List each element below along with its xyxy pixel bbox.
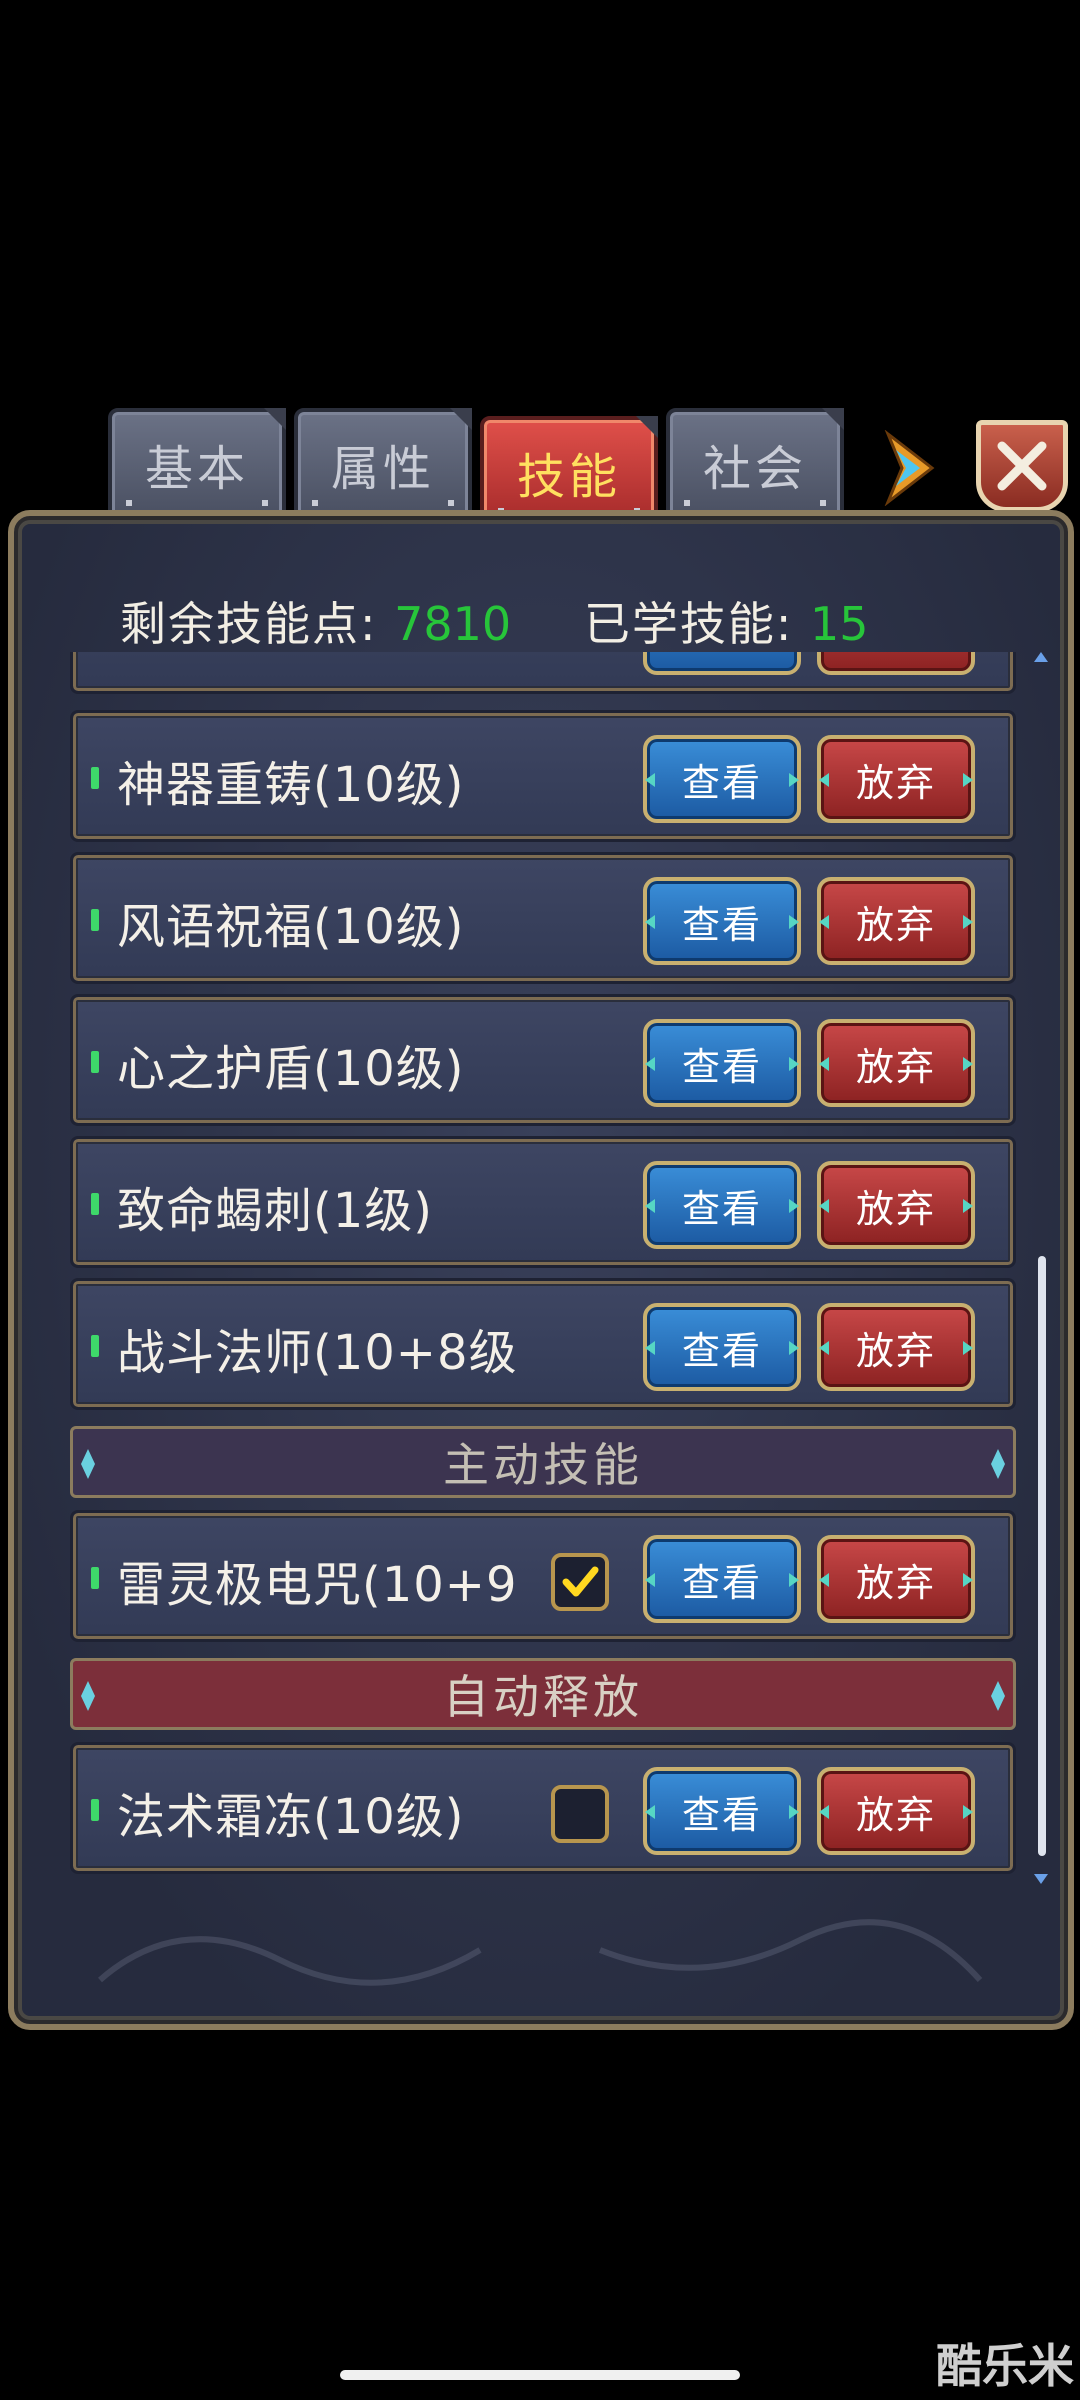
- skill-row: 法术霜冻(10级) 查看 放弃: [70, 1742, 1016, 1874]
- skill-name: 风语祝福(10级): [117, 899, 465, 955]
- skill-name: 法术霜冻(10级): [117, 1789, 465, 1845]
- scroll-up-arrow-icon[interactable]: [1034, 652, 1048, 662]
- next-arrow-icon[interactable]: [880, 430, 940, 506]
- skill-points-header: 剩余技能点: 7810 已学技能: 15: [120, 588, 869, 654]
- tab-attributes-label: 属性: [330, 441, 435, 497]
- tab-skills-label: 技能: [516, 449, 621, 505]
- view-button[interactable]: 查看: [643, 877, 801, 965]
- drop-button[interactable]: [817, 652, 975, 675]
- tab-basic[interactable]: 基本: [108, 408, 286, 520]
- home-indicator[interactable]: [340, 2370, 740, 2380]
- skill-list[interactable]: 神器重铸(10级) 查看 放弃 风语祝福(10级) 查看 放弃 心之护盾(10级…: [64, 652, 1024, 1892]
- view-button[interactable]: 查看: [643, 1161, 801, 1249]
- skill-points-value: 7810: [394, 597, 512, 651]
- skill-row-partial: [70, 652, 1016, 694]
- ornament-decoration: [98, 1919, 983, 1986]
- skill-row: 致命蝎刺(1级) 查看 放弃: [70, 1136, 1016, 1268]
- skill-row: 神器重铸(10级) 查看 放弃: [70, 710, 1016, 842]
- tab-social[interactable]: 社会: [666, 408, 844, 520]
- tab-basic-label: 基本: [144, 441, 249, 497]
- section-auto-cast: 自动释放: [70, 1658, 1016, 1730]
- section-active-skills: 主动技能: [70, 1426, 1016, 1498]
- scrollbar-thumb[interactable]: [1038, 1256, 1046, 1856]
- skill-row: 风语祝福(10级) 查看 放弃: [70, 852, 1016, 984]
- skill-row: 心之护盾(10级) 查看 放弃: [70, 994, 1016, 1126]
- tab-attributes[interactable]: 属性: [294, 408, 472, 520]
- scroll-down-arrow-icon[interactable]: [1034, 1874, 1048, 1884]
- skill-points-label: 剩余技能点:: [120, 597, 378, 651]
- skill-name: 神器重铸(10级): [117, 757, 465, 813]
- auto-cast-checkbox[interactable]: [551, 1785, 609, 1843]
- skill-row: 战斗法师(10+8级 查看 放弃: [70, 1278, 1016, 1410]
- skill-name: 战斗法师(10+8级: [117, 1325, 518, 1381]
- close-button[interactable]: [976, 420, 1068, 512]
- skill-name: 致命蝎刺(1级): [117, 1183, 433, 1239]
- drop-button[interactable]: 放弃: [817, 1303, 975, 1391]
- learned-skills-value: 15: [809, 597, 869, 651]
- skill-name: 心之护盾(10级): [117, 1041, 465, 1097]
- view-button[interactable]: 查看: [643, 1019, 801, 1107]
- view-button[interactable]: [643, 652, 801, 675]
- drop-button[interactable]: 放弃: [817, 1161, 975, 1249]
- close-icon: [997, 441, 1047, 491]
- drop-button[interactable]: 放弃: [817, 1535, 975, 1623]
- view-button[interactable]: 查看: [643, 1303, 801, 1391]
- tab-social-label: 社会: [702, 441, 807, 497]
- drop-button[interactable]: 放弃: [817, 1019, 975, 1107]
- drop-button[interactable]: 放弃: [817, 735, 975, 823]
- watermark: 酷乐米: [936, 2339, 1074, 2393]
- drop-button[interactable]: 放弃: [817, 877, 975, 965]
- view-button[interactable]: 查看: [643, 1767, 801, 1855]
- section-active-skills-label: 主动技能: [443, 1438, 643, 1492]
- auto-cast-checkbox[interactable]: [551, 1553, 609, 1611]
- learned-skills-label: 已学技能:: [583, 597, 794, 651]
- skill-name: 雷灵极电咒(10+9: [117, 1557, 518, 1613]
- skill-row: 雷灵极电咒(10+9 查看 放弃: [70, 1510, 1016, 1642]
- checkmark-icon: [562, 1566, 599, 1597]
- section-auto-cast-label: 自动释放: [443, 1670, 643, 1724]
- view-button[interactable]: 查看: [643, 1535, 801, 1623]
- drop-button[interactable]: 放弃: [817, 1767, 975, 1855]
- view-button[interactable]: 查看: [643, 735, 801, 823]
